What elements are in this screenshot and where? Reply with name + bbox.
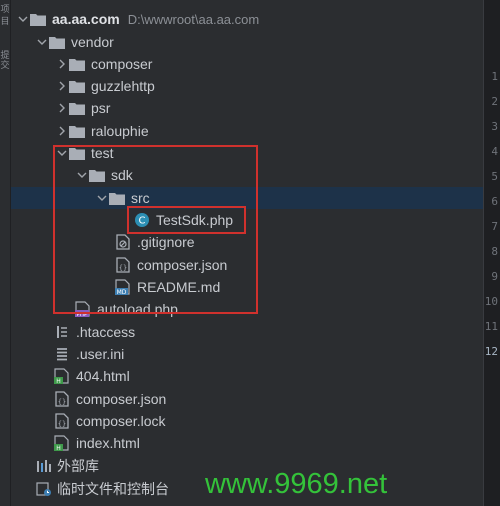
json-file-icon: {} bbox=[53, 388, 71, 410]
svg-text:{}: {} bbox=[58, 420, 66, 428]
lock-file-icon: {} bbox=[53, 410, 71, 432]
root-folder-path: D:\wwwroot\aa.aa.com bbox=[127, 11, 260, 27]
project-tree: aa.aa.com D:\wwwroot\aa.aa.com vendor co… bbox=[11, 0, 483, 506]
folder-icon bbox=[68, 75, 86, 97]
libraries-icon bbox=[35, 455, 53, 477]
svg-text:H: H bbox=[56, 378, 61, 384]
tree-item-label: vendor bbox=[71, 34, 114, 50]
root-folder-name: aa.aa.com bbox=[52, 11, 120, 27]
project-tool-tab-glyph-2[interactable]: 目 bbox=[0, 14, 10, 27]
tree-item-composer-json[interactable]: {} composer.json bbox=[11, 388, 500, 410]
folder-icon bbox=[48, 31, 66, 53]
tree-item-label: index.html bbox=[76, 435, 140, 451]
tree-item-composer[interactable]: composer bbox=[11, 53, 500, 75]
tree-item-label: 外部库 bbox=[57, 458, 99, 474]
svg-text:{}: {} bbox=[58, 398, 66, 406]
config-file-icon bbox=[53, 321, 71, 343]
folder-icon bbox=[29, 8, 47, 30]
tree-item-htaccess[interactable]: .htaccess bbox=[11, 321, 500, 343]
tree-item-index-html[interactable]: H index.html bbox=[11, 432, 500, 454]
tree-item-ralouphie[interactable]: ralouphie bbox=[11, 120, 500, 142]
left-tool-strip[interactable]: 项 目 提交 bbox=[0, 0, 11, 506]
html-file-icon: H bbox=[53, 365, 71, 387]
tree-item-label: composer.json bbox=[76, 391, 167, 407]
commit-tool-tab[interactable]: 提交 bbox=[0, 50, 10, 70]
tree-item-vendor[interactable]: vendor bbox=[11, 31, 500, 53]
line-number: 6 bbox=[491, 195, 498, 208]
tree-item-root[interactable]: aa.aa.com D:\wwwroot\aa.aa.com bbox=[11, 8, 489, 30]
chevron-right-icon[interactable] bbox=[56, 75, 68, 97]
html-file-icon: H bbox=[53, 432, 71, 454]
folder-icon bbox=[68, 97, 86, 119]
scratches-icon bbox=[35, 478, 53, 500]
chevron-down-icon[interactable] bbox=[17, 8, 29, 30]
tree-item-label: 临时文件和控制台 bbox=[57, 481, 169, 497]
tree-item-label: 404.html bbox=[76, 368, 130, 384]
svg-text:H: H bbox=[56, 445, 61, 451]
tree-item-user-ini[interactable]: .user.ini bbox=[11, 343, 500, 365]
chevron-right-icon[interactable] bbox=[56, 120, 68, 142]
tree-item-label: ralouphie bbox=[91, 123, 149, 139]
highlight-box-testsdk-file bbox=[127, 206, 246, 234]
tree-item-label: .htaccess bbox=[76, 324, 136, 340]
chevron-right-icon[interactable] bbox=[56, 97, 68, 119]
tree-item-label: .user.ini bbox=[76, 346, 125, 362]
chevron-down-icon[interactable] bbox=[36, 31, 48, 53]
tree-item-guzzlehttp[interactable]: guzzlehttp bbox=[11, 75, 500, 97]
tree-item-psr[interactable]: psr bbox=[11, 97, 500, 119]
ini-file-icon bbox=[53, 343, 71, 365]
tree-item-composer-lock[interactable]: {} composer.lock bbox=[11, 410, 500, 432]
tree-item-label: composer.lock bbox=[76, 413, 166, 429]
tree-item-label: composer bbox=[91, 56, 153, 72]
folder-icon bbox=[68, 53, 86, 75]
watermark-text: www.9969.net bbox=[205, 468, 388, 500]
tree-item-label: guzzlehttp bbox=[91, 78, 155, 94]
folder-icon bbox=[68, 120, 86, 142]
chevron-right-icon[interactable] bbox=[56, 53, 68, 75]
tree-item-404-html[interactable]: H 404.html bbox=[11, 365, 500, 387]
tree-item-label: psr bbox=[91, 100, 111, 116]
